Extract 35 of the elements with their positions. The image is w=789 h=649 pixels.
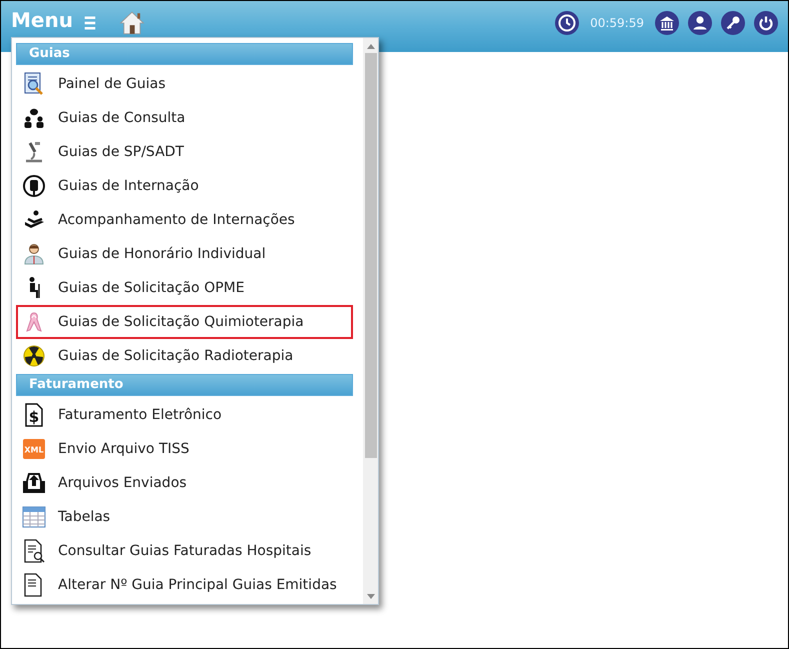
scrollbar[interactable] (363, 38, 378, 604)
power-icon[interactable] (754, 10, 778, 34)
key-icon[interactable] (721, 10, 745, 34)
people-icon (22, 106, 46, 130)
user-icon[interactable] (688, 10, 712, 34)
doctor-icon (22, 242, 46, 266)
menu-item[interactable]: XML Envio Arquivo TISS (16, 432, 353, 466)
menu-item[interactable]: Guias de Solicitação OPME (16, 271, 353, 305)
menu-item[interactable]: Guias de Solicitação Radioterapia (16, 339, 353, 373)
menu-item[interactable]: Alterar Nº Guia Principal Guias Emitidas (16, 568, 353, 602)
menu-section-header: Guias (16, 43, 353, 65)
document-search-icon (22, 539, 46, 563)
scrollbar-thumb[interactable] (364, 53, 376, 458)
radiation-icon (22, 344, 46, 368)
menu-item[interactable]: Tabelas (16, 500, 353, 534)
session-timer: 00:59:59 (590, 16, 644, 30)
bank-icon[interactable] (655, 10, 679, 34)
menu-item[interactable]: Guias de Solicitação Quimioterapia (16, 305, 353, 339)
scroll-down-arrow-icon[interactable] (366, 594, 374, 599)
menu-item[interactable]: $ Faturamento Eletrônico (16, 398, 353, 432)
menu-item[interactable]: Painel de Guias (16, 67, 353, 101)
menu-item[interactable]: Guias de Honorário Individual (16, 237, 353, 271)
menu-item[interactable]: Guias de SP/SADT (16, 135, 353, 169)
menu-item[interactable]: Consultar Guias Faturadas Hospitais (16, 534, 353, 568)
clock-icon[interactable] (555, 10, 580, 34)
table-icon (22, 505, 46, 529)
menu-item[interactable]: Acompanhamento de Internações (16, 203, 353, 237)
menu-item[interactable]: Guias de Internação (16, 169, 353, 203)
menu-section-header: Faturamento (16, 374, 353, 396)
menu-item[interactable]: Guias de Consulta (16, 101, 353, 135)
upload-tray-icon (22, 471, 46, 495)
blood-bag-icon (22, 174, 46, 198)
xml-file-icon: XML (22, 437, 46, 461)
home-icon[interactable] (118, 10, 145, 36)
menu-item[interactable]: Arquivos Enviados (16, 466, 353, 500)
